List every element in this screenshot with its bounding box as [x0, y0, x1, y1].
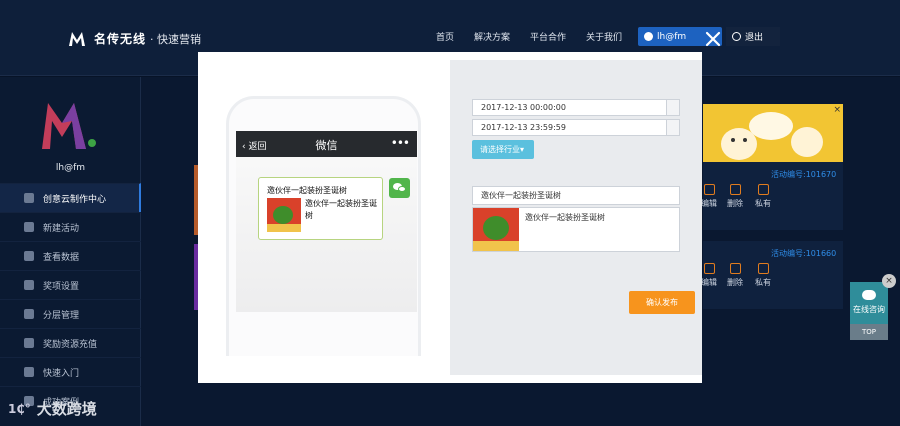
cloud-icon	[24, 193, 34, 203]
sidebar-item-label: 快速入门	[43, 368, 80, 379]
preview-description: 邀伙伴一起装扮圣诞树	[525, 213, 605, 222]
logo-icon	[68, 31, 90, 47]
power-icon	[732, 32, 741, 41]
sidebar-item-tier-management[interactable]: 分层管理	[0, 299, 141, 328]
trash-icon	[729, 263, 741, 274]
logout-button[interactable]: 退出	[726, 27, 780, 46]
sidebar-item-label: 新建活动	[43, 223, 80, 234]
nav-about[interactable]: 关于我们	[586, 30, 622, 43]
main-nav: 首页 解决方案 平台合作 关于我们	[436, 30, 642, 43]
activity-id: 活动编号:101660	[771, 249, 837, 258]
watermark-text: 大数跨境	[36, 400, 97, 418]
message-title: 邀伙伴一起装扮圣诞树	[267, 186, 347, 195]
start-date-input[interactable]: 2017-12-13 00:00:00	[472, 99, 680, 116]
delete-button[interactable]: 删除	[724, 263, 746, 288]
edit-icon	[703, 184, 715, 195]
logo[interactable]: 名传无线 · 快速营销	[68, 30, 201, 47]
sidebar-item-label: 奖项设置	[43, 281, 80, 292]
modal-close-icon[interactable]	[704, 30, 722, 48]
avatar[interactable]	[40, 99, 98, 151]
users-icon	[24, 309, 34, 319]
sidebar-item-label: 奖励资源充值	[43, 339, 98, 350]
message-description: 邀伙伴一起装扮圣诞树	[305, 199, 377, 220]
consult-label: 在线咨询	[853, 305, 885, 314]
sidebar: lh@fm 创意云制作中心 新建活动 查看数据 奖项设置 分层管理 奖励资源充值…	[0, 77, 141, 426]
sidebar-item-reward-recharge[interactable]: 奖励资源充值	[0, 328, 141, 357]
watermark-logo-icon: 1₵°	[8, 401, 31, 416]
nav-home[interactable]: 首页	[436, 30, 454, 43]
sidebar-item-creative-center[interactable]: 创意云制作中心	[0, 183, 141, 212]
sidebar-item-new-activity[interactable]: 新建活动	[0, 212, 141, 241]
brand-slogan: · 快速营销	[150, 32, 202, 46]
nav-partners[interactable]: 平台合作	[530, 30, 566, 43]
online-consult-widget[interactable]: 在线咨询 TOP	[850, 282, 888, 340]
calendar-icon[interactable]	[666, 120, 679, 135]
yen-icon	[24, 338, 34, 348]
calendar-icon	[24, 222, 34, 232]
share-title-input[interactable]: 邀伙伴一起装扮圣诞树	[472, 186, 680, 205]
person-icon	[757, 184, 769, 195]
trash-icon	[729, 184, 741, 195]
sidebar-item-label: 分层管理	[43, 310, 80, 321]
preview-thumbnail[interactable]	[473, 208, 519, 251]
sidebar-item-view-data[interactable]: 查看数据	[0, 241, 141, 270]
sidebar-item-label: 创意云制作中心	[43, 194, 107, 205]
caret-down-icon: ▾	[520, 145, 525, 154]
user-icon	[644, 32, 653, 41]
chat-bubble-icon	[862, 290, 876, 300]
brand-name: 名传无线	[94, 32, 147, 46]
back-to-top-button[interactable]: TOP	[850, 324, 888, 340]
question-icon	[24, 367, 34, 377]
end-date-input[interactable]: 2017-12-13 23:59:59	[472, 119, 680, 136]
more-icon[interactable]: •••	[391, 136, 410, 150]
chart-icon	[24, 251, 34, 261]
confirm-publish-button[interactable]: 确认发布	[629, 291, 695, 314]
banner-close-icon[interactable]: ×	[833, 105, 841, 115]
watermark: 1₵° 大数跨境	[8, 398, 97, 419]
sidebar-item-label: 查看数据	[43, 252, 80, 263]
share-message-card: 邀伙伴一起装扮圣诞树 邀伙伴一起装扮圣诞树	[258, 177, 383, 240]
nav-solutions[interactable]: 解决方案	[474, 30, 510, 43]
share-preview-box[interactable]: 邀伙伴一起装扮圣诞树	[472, 207, 680, 252]
select-industry-button[interactable]: 请选择行业▾	[472, 140, 534, 159]
private-button[interactable]: 私有	[752, 184, 774, 209]
person-icon	[757, 263, 769, 274]
sidebar-menu: 创意云制作中心 新建活动 查看数据 奖项设置 分层管理 奖励资源充值 快速入门 …	[0, 183, 141, 415]
wechat-header: ‹ 返回 微信 •••	[236, 131, 417, 157]
sidebar-username: lh@fm	[55, 163, 86, 173]
sidebar-item-quick-start[interactable]: 快速入门	[0, 357, 141, 386]
logout-label: 退出	[745, 33, 764, 43]
wechat-icon	[389, 178, 410, 198]
message-thumbnail	[267, 198, 301, 232]
consult-close-icon[interactable]: ×	[882, 274, 896, 288]
delete-button[interactable]: 删除	[724, 184, 746, 209]
sidebar-item-prize-settings[interactable]: 奖项设置	[0, 270, 141, 299]
user-account-name: lh@fm	[657, 31, 687, 42]
activity-id: 活动编号:101670	[771, 170, 837, 179]
briefcase-icon	[24, 280, 34, 290]
publish-modal: ‹ 返回 微信 ••• 邀伙伴一起装扮圣诞树 邀伙伴一起装扮圣诞树 2017-1…	[198, 52, 702, 383]
calendar-icon[interactable]	[666, 100, 679, 115]
promo-banner[interactable]: ×	[703, 104, 843, 162]
edit-icon	[703, 263, 715, 274]
private-button[interactable]: 私有	[752, 263, 774, 288]
